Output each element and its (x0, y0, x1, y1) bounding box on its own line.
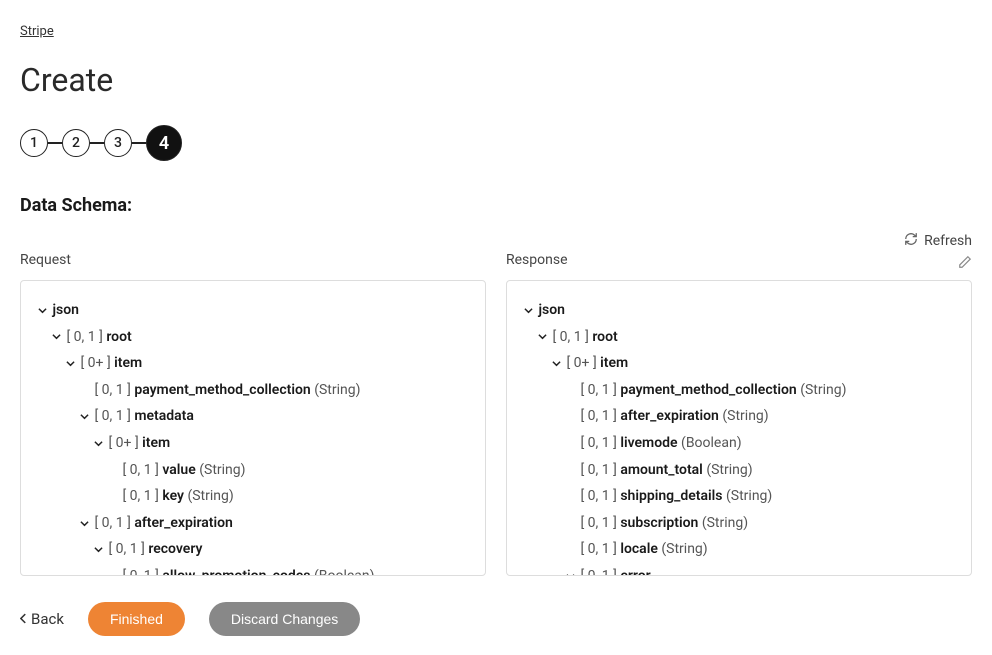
tree-node-text: [ 0, 1 ] value (String) (119, 462, 246, 478)
chevron-down-icon[interactable] (77, 412, 91, 421)
request-panel: json [ 0, 1 ] root [ 0+ ] item [ 0, 1 ] … (20, 280, 486, 576)
step-1[interactable]: 1 (20, 129, 48, 157)
tree-node-text: [ 0, 1 ] amount_total (String) (577, 462, 753, 478)
tree-row: [ 0, 1 ] root (35, 324, 471, 351)
tree-node-text[interactable]: json (49, 302, 79, 318)
tree-row: [ 0, 1 ] subscription (String) (521, 510, 957, 537)
step-4[interactable]: 4 (146, 125, 182, 161)
step-3[interactable]: 3 (104, 129, 132, 157)
refresh-label: Refresh (924, 233, 972, 249)
tree-row: json (521, 297, 957, 324)
tree-node-text: [ 0, 1 ] shipping_details (String) (577, 488, 772, 504)
edit-button[interactable] (958, 254, 972, 273)
tree-node-text[interactable]: [ 0+ ] item (105, 435, 170, 451)
tree-row: [ 0, 1 ] payment_method_collection (Stri… (35, 377, 471, 404)
chevron-down-icon[interactable] (35, 306, 49, 315)
tree-row: [ 0, 1 ] error (521, 563, 957, 576)
tree-node-text[interactable]: [ 0, 1 ] error (577, 568, 651, 576)
request-label: Request (20, 252, 71, 268)
tree-row: [ 0, 1 ] allow_promotion_codes (Boolean) (35, 563, 471, 576)
chevron-down-icon[interactable] (535, 332, 549, 341)
step-connector (90, 142, 104, 144)
section-title: Data Schema: (20, 195, 972, 216)
chevron-down-icon[interactable] (63, 359, 77, 368)
tree-node-text[interactable]: [ 0, 1 ] recovery (105, 541, 202, 557)
back-label: Back (31, 610, 64, 628)
tree-node-text[interactable]: [ 0, 1 ] root (549, 329, 618, 345)
tree-row: [ 0, 1 ] recovery (35, 536, 471, 563)
response-label: Response (506, 252, 568, 268)
chevron-down-icon[interactable] (77, 519, 91, 528)
tree-node-text: [ 0, 1 ] livemode (Boolean) (577, 435, 742, 451)
tree-row: [ 0, 1 ] shipping_details (String) (521, 483, 957, 510)
tree-row: [ 0+ ] item (35, 430, 471, 457)
tree-row: [ 0, 1 ] locale (String) (521, 536, 957, 563)
tree-row: [ 0, 1 ] root (521, 324, 957, 351)
tree-node-text: [ 0, 1 ] subscription (String) (577, 515, 748, 531)
tree-node-text[interactable]: [ 0, 1 ] root (63, 329, 132, 345)
tree-row: [ 0, 1 ] value (String) (35, 457, 471, 484)
page-title: Create (20, 61, 972, 99)
step-2[interactable]: 2 (62, 129, 90, 157)
tree-node-text: [ 0, 1 ] payment_method_collection (Stri… (577, 382, 847, 398)
tree-row: [ 0, 1 ] livemode (Boolean) (521, 430, 957, 457)
chevron-down-icon[interactable] (91, 545, 105, 554)
pencil-icon (958, 254, 972, 273)
response-panel: json [ 0, 1 ] root [ 0+ ] item [ 0, 1 ] … (506, 280, 972, 576)
tree-node-text[interactable]: [ 0+ ] item (77, 355, 142, 371)
refresh-icon (904, 232, 918, 250)
back-button[interactable]: Back (20, 610, 64, 628)
tree-node-text: [ 0, 1 ] allow_promotion_codes (Boolean) (119, 568, 375, 576)
chevron-down-icon[interactable] (49, 332, 63, 341)
tree-row: [ 0, 1 ] after_expiration (String) (521, 403, 957, 430)
step-connector (132, 142, 146, 144)
discard-button[interactable]: Discard Changes (209, 602, 360, 636)
tree-node-text: [ 0, 1 ] after_expiration (String) (577, 408, 769, 424)
tree-row: [ 0, 1 ] after_expiration (35, 510, 471, 537)
tree-row: [ 0+ ] item (35, 350, 471, 377)
tree-row: [ 0, 1 ] payment_method_collection (Stri… (521, 377, 957, 404)
tree-node-text: [ 0, 1 ] locale (String) (577, 541, 708, 557)
tree-node-text[interactable]: [ 0, 1 ] after_expiration (91, 515, 233, 531)
breadcrumb[interactable]: Stripe (20, 24, 54, 39)
chevron-left-icon (20, 610, 27, 628)
chevron-down-icon[interactable] (91, 439, 105, 448)
tree-node-text[interactable]: json (535, 302, 565, 318)
chevron-down-icon[interactable] (521, 306, 535, 315)
tree-node-text: [ 0, 1 ] key (String) (119, 488, 234, 504)
tree-node-text: [ 0, 1 ] payment_method_collection (Stri… (91, 382, 361, 398)
chevron-down-icon[interactable] (563, 572, 577, 576)
tree-row: [ 0, 1 ] amount_total (String) (521, 457, 957, 484)
tree-row: [ 0, 1 ] key (String) (35, 483, 471, 510)
chevron-down-icon[interactable] (549, 359, 563, 368)
finished-button[interactable]: Finished (88, 602, 185, 636)
refresh-button[interactable]: Refresh (904, 232, 972, 250)
stepper: 1234 (20, 125, 972, 161)
tree-row: json (35, 297, 471, 324)
tree-row: [ 0, 1 ] metadata (35, 403, 471, 430)
tree-node-text[interactable]: [ 0+ ] item (563, 355, 628, 371)
step-connector (48, 142, 62, 144)
tree-node-text[interactable]: [ 0, 1 ] metadata (91, 408, 194, 424)
tree-row: [ 0+ ] item (521, 350, 957, 377)
